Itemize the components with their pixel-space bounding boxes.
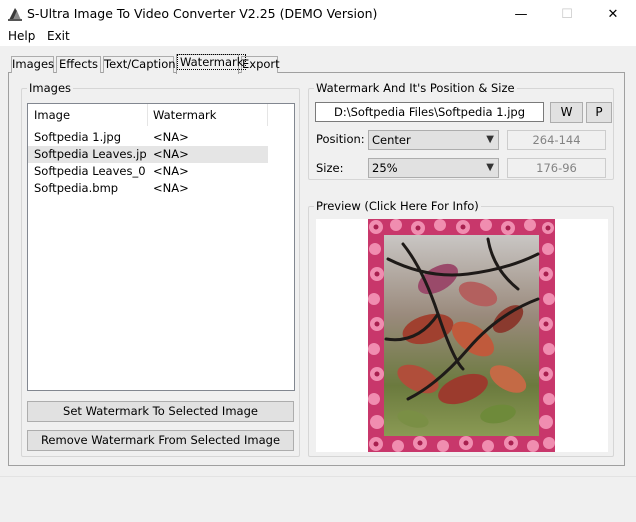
remove-watermark-button[interactable]: Remove Watermark From Selected Image (27, 430, 294, 451)
list-item-image: Softpedia Leaves_00... (34, 164, 146, 178)
preview-group-title[interactable]: Preview (Click Here For Info) (314, 200, 481, 213)
size-select[interactable]: 25% ▼ (368, 158, 499, 178)
position-coords-field: 264-144 (507, 130, 606, 150)
menu-exit[interactable]: Exit (47, 29, 70, 46)
close-button[interactable]: ✕ (590, 0, 636, 29)
watermark-path-field[interactable]: D:\Softpedia Files\Softpedia 1.jpg (315, 102, 544, 122)
preview-image[interactable] (368, 219, 555, 452)
size-label: Size: (316, 161, 344, 175)
column-header-image[interactable]: Image (34, 104, 71, 126)
images-group-title: Images (27, 81, 74, 95)
tab-images[interactable]: Images (11, 56, 54, 73)
tab-watermark-label: Watermark (177, 54, 247, 70)
list-item-selected[interactable]: Softpedia Leaves.jpg <NA> (28, 146, 268, 163)
list-item-image: Softpedia Leaves.jpg (34, 147, 146, 161)
p-button[interactable]: P (586, 102, 612, 123)
list-item[interactable]: Softpedia.bmp <NA> (28, 180, 268, 197)
list-item-image: Softpedia 1.jpg (34, 130, 122, 144)
minimize-button[interactable]: — (498, 0, 544, 29)
w-button[interactable]: W (550, 102, 583, 123)
position-select-value: Center (372, 133, 411, 147)
set-watermark-button[interactable]: Set Watermark To Selected Image (27, 401, 294, 422)
tab-watermark[interactable]: Watermark (176, 54, 247, 74)
maximize-icon: ☐ (561, 7, 573, 22)
list-item-watermark: <NA> (153, 147, 189, 161)
status-divider (0, 476, 636, 477)
minimize-icon: — (514, 7, 528, 22)
tab-effects[interactable]: Effects (56, 56, 101, 73)
status-bar (0, 476, 636, 522)
list-item-watermark: <NA> (153, 130, 189, 144)
window-title: S-Ultra Image To Video Converter V2.25 (… (27, 6, 378, 21)
column-header-watermark[interactable]: Watermark (153, 104, 217, 126)
position-label: Position: (316, 132, 365, 146)
tab-text-caption[interactable]: Text/Caption (103, 56, 176, 73)
chevron-down-icon: ▼ (486, 162, 494, 173)
watermark-group-title: Watermark And It's Position & Size (314, 81, 517, 95)
list-item[interactable]: Softpedia 1.jpg <NA> (28, 129, 268, 146)
tab-export[interactable]: Export (241, 56, 280, 73)
size-select-value: 25% (372, 161, 398, 175)
maximize-button[interactable]: ☐ (544, 0, 590, 29)
menu-bar (0, 29, 636, 46)
close-icon: ✕ (607, 7, 619, 22)
size-dims-field: 176-96 (507, 158, 606, 178)
app-icon[interactable] (7, 6, 23, 22)
chevron-down-icon: ▼ (486, 134, 494, 145)
column-divider[interactable] (147, 104, 148, 126)
list-item[interactable]: Softpedia Leaves_00... <NA> (28, 163, 268, 180)
list-item-image: Softpedia.bmp (34, 181, 119, 195)
list-item-watermark: <NA> (153, 164, 189, 178)
list-item-watermark: <NA> (153, 181, 189, 195)
position-select[interactable]: Center ▼ (368, 130, 499, 150)
column-divider[interactable] (267, 104, 268, 126)
menu-help[interactable]: Help (8, 29, 35, 46)
